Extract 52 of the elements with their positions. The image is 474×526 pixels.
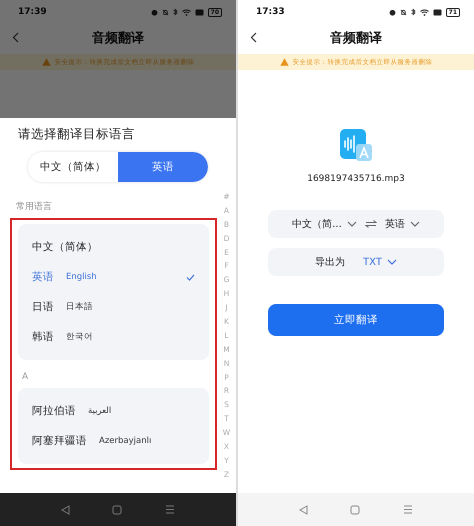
section-heading: 常用语言 xyxy=(15,200,53,214)
translate-button[interactable]: 立即翻译 xyxy=(268,304,444,336)
check-icon xyxy=(186,274,195,280)
language-name: 英语 xyxy=(32,270,54,284)
bluetooth-icon xyxy=(410,8,416,16)
swap-icon[interactable] xyxy=(364,220,377,228)
bluetooth-icon xyxy=(172,8,178,16)
language-name: 日语 xyxy=(32,300,54,314)
language-tab[interactable]: 中文（简体） xyxy=(28,152,118,182)
page-title: 音频翻译 xyxy=(92,30,144,47)
language-item[interactable]: 韩语 한국어 xyxy=(18,322,209,352)
native-name: English xyxy=(66,272,97,282)
menu-nav-icon[interactable] xyxy=(402,505,413,514)
language-name: 阿塞拜疆语 xyxy=(32,434,87,448)
home-nav-icon[interactable] xyxy=(350,504,360,514)
menu-nav-icon[interactable] xyxy=(164,505,175,514)
chevron-down-icon xyxy=(410,221,420,227)
warning-icon xyxy=(42,58,50,66)
warning-icon xyxy=(280,58,288,66)
language-item[interactable]: 英语 English xyxy=(18,262,209,292)
section-heading: A xyxy=(21,371,30,384)
format-dropdown[interactable]: TXT xyxy=(363,256,397,268)
muted-bell-icon xyxy=(400,8,407,16)
status-time: 17:33 xyxy=(256,7,285,17)
file-name: 1698197435716.mp3 xyxy=(307,174,405,184)
home-nav-icon[interactable] xyxy=(112,504,122,514)
sheet-title: 请选择翻译目标语言 xyxy=(17,125,136,143)
page-title: 音频翻译 xyxy=(330,30,382,47)
chevron-down-icon xyxy=(386,259,397,265)
native-name: العربية xyxy=(88,406,112,416)
back-nav-icon[interactable] xyxy=(299,504,308,514)
language-item[interactable]: 阿塞拜疆语 Azerbayjanlı xyxy=(18,426,209,456)
target-language-dropdown[interactable]: 英语 xyxy=(384,217,420,231)
back-nav-icon[interactable] xyxy=(61,504,70,514)
native-name: Azerbayjanlı xyxy=(99,436,152,446)
native-name: 한국어 xyxy=(66,331,93,343)
audio-file-icon xyxy=(339,128,373,162)
muted-bell-icon xyxy=(162,8,169,16)
chevron-down-icon xyxy=(346,221,357,227)
language-name: 阿拉伯语 xyxy=(32,404,76,418)
wifi-icon xyxy=(420,8,429,16)
language-item[interactable]: 日语 日本語 xyxy=(18,292,209,322)
language-name: 中文（简体） xyxy=(32,240,98,254)
source-language-dropdown[interactable]: 中文（简... xyxy=(292,217,357,231)
native-name: 日本語 xyxy=(66,301,93,313)
language-item[interactable]: 中文（简体） xyxy=(18,232,209,262)
back-icon[interactable] xyxy=(250,32,257,43)
language-name: 韩语 xyxy=(32,330,54,344)
language-tab[interactable]: 英语 xyxy=(118,152,208,182)
wifi-icon xyxy=(182,8,191,16)
status-time: 17:39 xyxy=(18,7,47,17)
export-label: 导出为 xyxy=(315,256,346,269)
